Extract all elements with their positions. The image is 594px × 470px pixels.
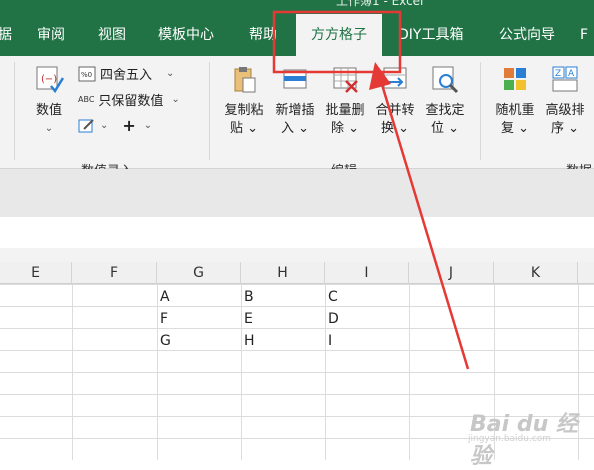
- arrowhead-icon: [369, 62, 391, 90]
- watermark-url: jingyan.baidu.com: [468, 434, 552, 444]
- highlight-box: [272, 10, 402, 74]
- annotation-overlay: [272, 10, 470, 370]
- annotation-arrow: [378, 77, 470, 370]
